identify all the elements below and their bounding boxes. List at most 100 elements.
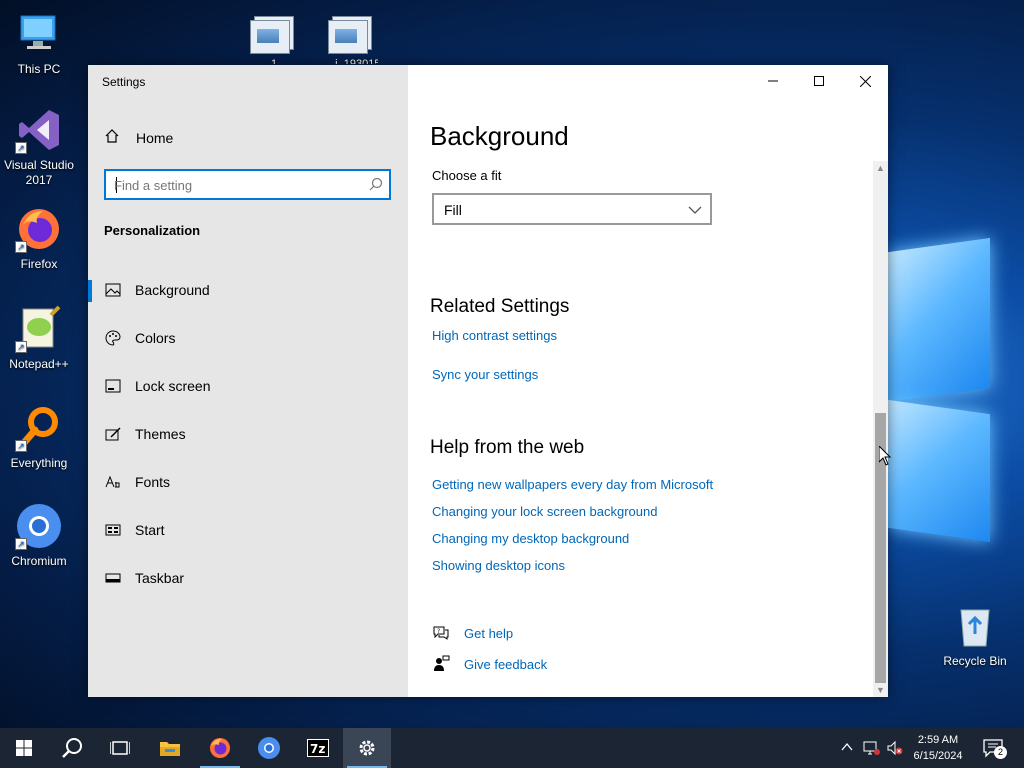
7zip-taskbar-button[interactable]: 7z	[294, 728, 342, 768]
clock-date: 6/15/2024	[913, 750, 963, 762]
settings-window: Settings Home Personalization Background	[88, 65, 888, 697]
help-link-desktop-background[interactable]: Changing my desktop background	[432, 531, 629, 546]
desktop-icon-recycle-bin[interactable]: Recycle Bin	[936, 602, 1014, 669]
network-icon[interactable]	[862, 740, 880, 761]
desktop-file-2[interactable]: ...i_193015	[326, 12, 378, 64]
get-help-link: Get help	[464, 625, 514, 641]
nav-item-colors[interactable]: Colors	[88, 318, 408, 358]
start-icon	[104, 521, 122, 539]
desktop-icon-notepad-plus-plus[interactable]: ↗ Notepad++	[0, 305, 78, 372]
firefox-icon: ↗	[15, 205, 63, 253]
home-label: Home	[136, 130, 174, 146]
get-help-icon: ?	[432, 624, 450, 642]
choose-fit-value: Fill	[444, 202, 462, 218]
desktop-file-1[interactable]: 1	[248, 12, 300, 64]
maximize-icon	[814, 76, 824, 86]
window-title: Settings	[102, 75, 146, 89]
visual-studio-icon: ↗	[15, 106, 63, 154]
recycle-bin-icon	[951, 602, 999, 650]
scroll-up-icon[interactable]: ▲	[876, 163, 885, 173]
chevron-up-icon[interactable]	[840, 740, 854, 759]
navigation-pane: Settings Home Personalization Background	[88, 65, 408, 697]
nav-item-label: Background	[135, 282, 210, 298]
search-icon	[369, 177, 383, 196]
help-link-lock-screen[interactable]: Changing your lock screen background	[432, 504, 657, 519]
7zip-icon: 7z	[307, 739, 329, 757]
choose-fit-dropdown[interactable]: Fill	[432, 193, 712, 225]
nav-item-label: Lock screen	[135, 378, 211, 394]
gear-icon	[359, 740, 375, 756]
high-contrast-link[interactable]: High contrast settings	[432, 328, 557, 343]
desktop-icon-firefox[interactable]: ↗ Firefox	[0, 205, 78, 272]
search-icon	[62, 738, 82, 758]
windows-logo-wallpaper	[888, 215, 1024, 560]
close-icon	[859, 75, 871, 87]
search-box[interactable]	[104, 169, 391, 200]
desktop-icon-visual-studio[interactable]: ↗ Visual Studio 2017	[0, 106, 78, 188]
content-scrollbar[interactable]: ▲ ▼	[873, 161, 888, 697]
minimize-button[interactable]	[750, 65, 796, 97]
section-heading: Personalization	[104, 223, 201, 238]
give-feedback-link: Give feedback	[464, 656, 548, 672]
desktop-icon-this-pc[interactable]: This PC	[0, 10, 78, 77]
feedback-icon	[432, 655, 450, 673]
give-feedback-row[interactable]: Give feedback	[432, 655, 547, 673]
clock-time: 2:59 AM	[917, 734, 959, 746]
chromium-taskbar-button[interactable]	[245, 728, 293, 768]
action-center-button[interactable]: 2	[982, 738, 1007, 763]
folder-icon	[160, 742, 180, 756]
nav-item-label: Themes	[135, 426, 186, 442]
palette-icon	[104, 329, 122, 347]
themes-icon	[104, 425, 122, 443]
help-link-wallpapers[interactable]: Getting new wallpapers every day from Mi…	[432, 477, 713, 492]
get-help-row[interactable]: ? Get help	[432, 624, 513, 642]
everything-search-icon: ↗	[15, 404, 63, 452]
firefox-icon	[210, 738, 230, 758]
taskbar-icon	[104, 569, 122, 587]
nav-item-start[interactable]: Start	[88, 510, 408, 550]
file-explorer-button[interactable]	[146, 728, 194, 768]
settings-taskbar-button[interactable]	[343, 728, 391, 768]
desktop-icon-everything[interactable]: ↗ Everything	[0, 404, 78, 471]
task-view-button[interactable]	[96, 728, 144, 768]
nav-item-themes[interactable]: Themes	[88, 414, 408, 454]
volume-muted-icon[interactable]	[886, 740, 904, 761]
desktop-icon-chromium[interactable]: ↗ Chromium	[0, 502, 78, 569]
lock-screen-icon	[104, 377, 122, 395]
taskbar-search-button[interactable]	[48, 728, 96, 768]
nav-item-label: Taskbar	[135, 570, 185, 586]
taskbar: 7z 2:59 AM 6/15/2024 2	[0, 728, 1024, 768]
minimize-icon	[768, 80, 778, 82]
taskbar-clock[interactable]: 2:59 AM 6/15/2024	[905, 732, 971, 764]
nav-item-lock-screen[interactable]: Lock screen	[88, 366, 408, 406]
choose-fit-label: Choose a fit	[432, 168, 502, 183]
sync-settings-link[interactable]: Sync your settings	[432, 367, 538, 382]
computer-icon	[15, 10, 63, 58]
close-button[interactable]	[842, 65, 888, 97]
chromium-icon	[258, 737, 280, 759]
task-view-icon	[110, 741, 130, 755]
home-nav-item[interactable]: Home	[104, 128, 173, 148]
nav-item-taskbar[interactable]: Taskbar	[88, 558, 408, 598]
scroll-down-icon[interactable]: ▼	[876, 685, 885, 695]
notification-badge: 2	[994, 746, 1007, 759]
related-settings-heading: Related Settings	[430, 296, 570, 317]
help-link-desktop-icons[interactable]: Showing desktop icons	[432, 558, 565, 573]
search-input[interactable]	[114, 175, 354, 195]
maximize-button[interactable]	[796, 65, 842, 97]
start-button[interactable]	[0, 728, 48, 768]
chevron-down-icon	[688, 202, 702, 220]
nav-item-fonts[interactable]: Fonts	[88, 462, 408, 502]
home-icon	[104, 128, 120, 149]
nav-item-label: Colors	[135, 330, 176, 346]
content-pane: Background Choose a fit Fill Related Set…	[408, 65, 888, 697]
nav-item-background[interactable]: Background	[88, 270, 408, 310]
svg-text:?: ?	[437, 628, 440, 635]
nav-item-label: Start	[135, 522, 165, 538]
svg-text:7z: 7z	[310, 742, 325, 756]
firefox-taskbar-button[interactable]	[196, 728, 244, 768]
notepad-plus-plus-icon: ↗	[15, 305, 63, 353]
windows-start-icon	[16, 740, 32, 756]
fonts-icon	[104, 473, 122, 491]
help-from-web-heading: Help from the web	[430, 437, 585, 458]
